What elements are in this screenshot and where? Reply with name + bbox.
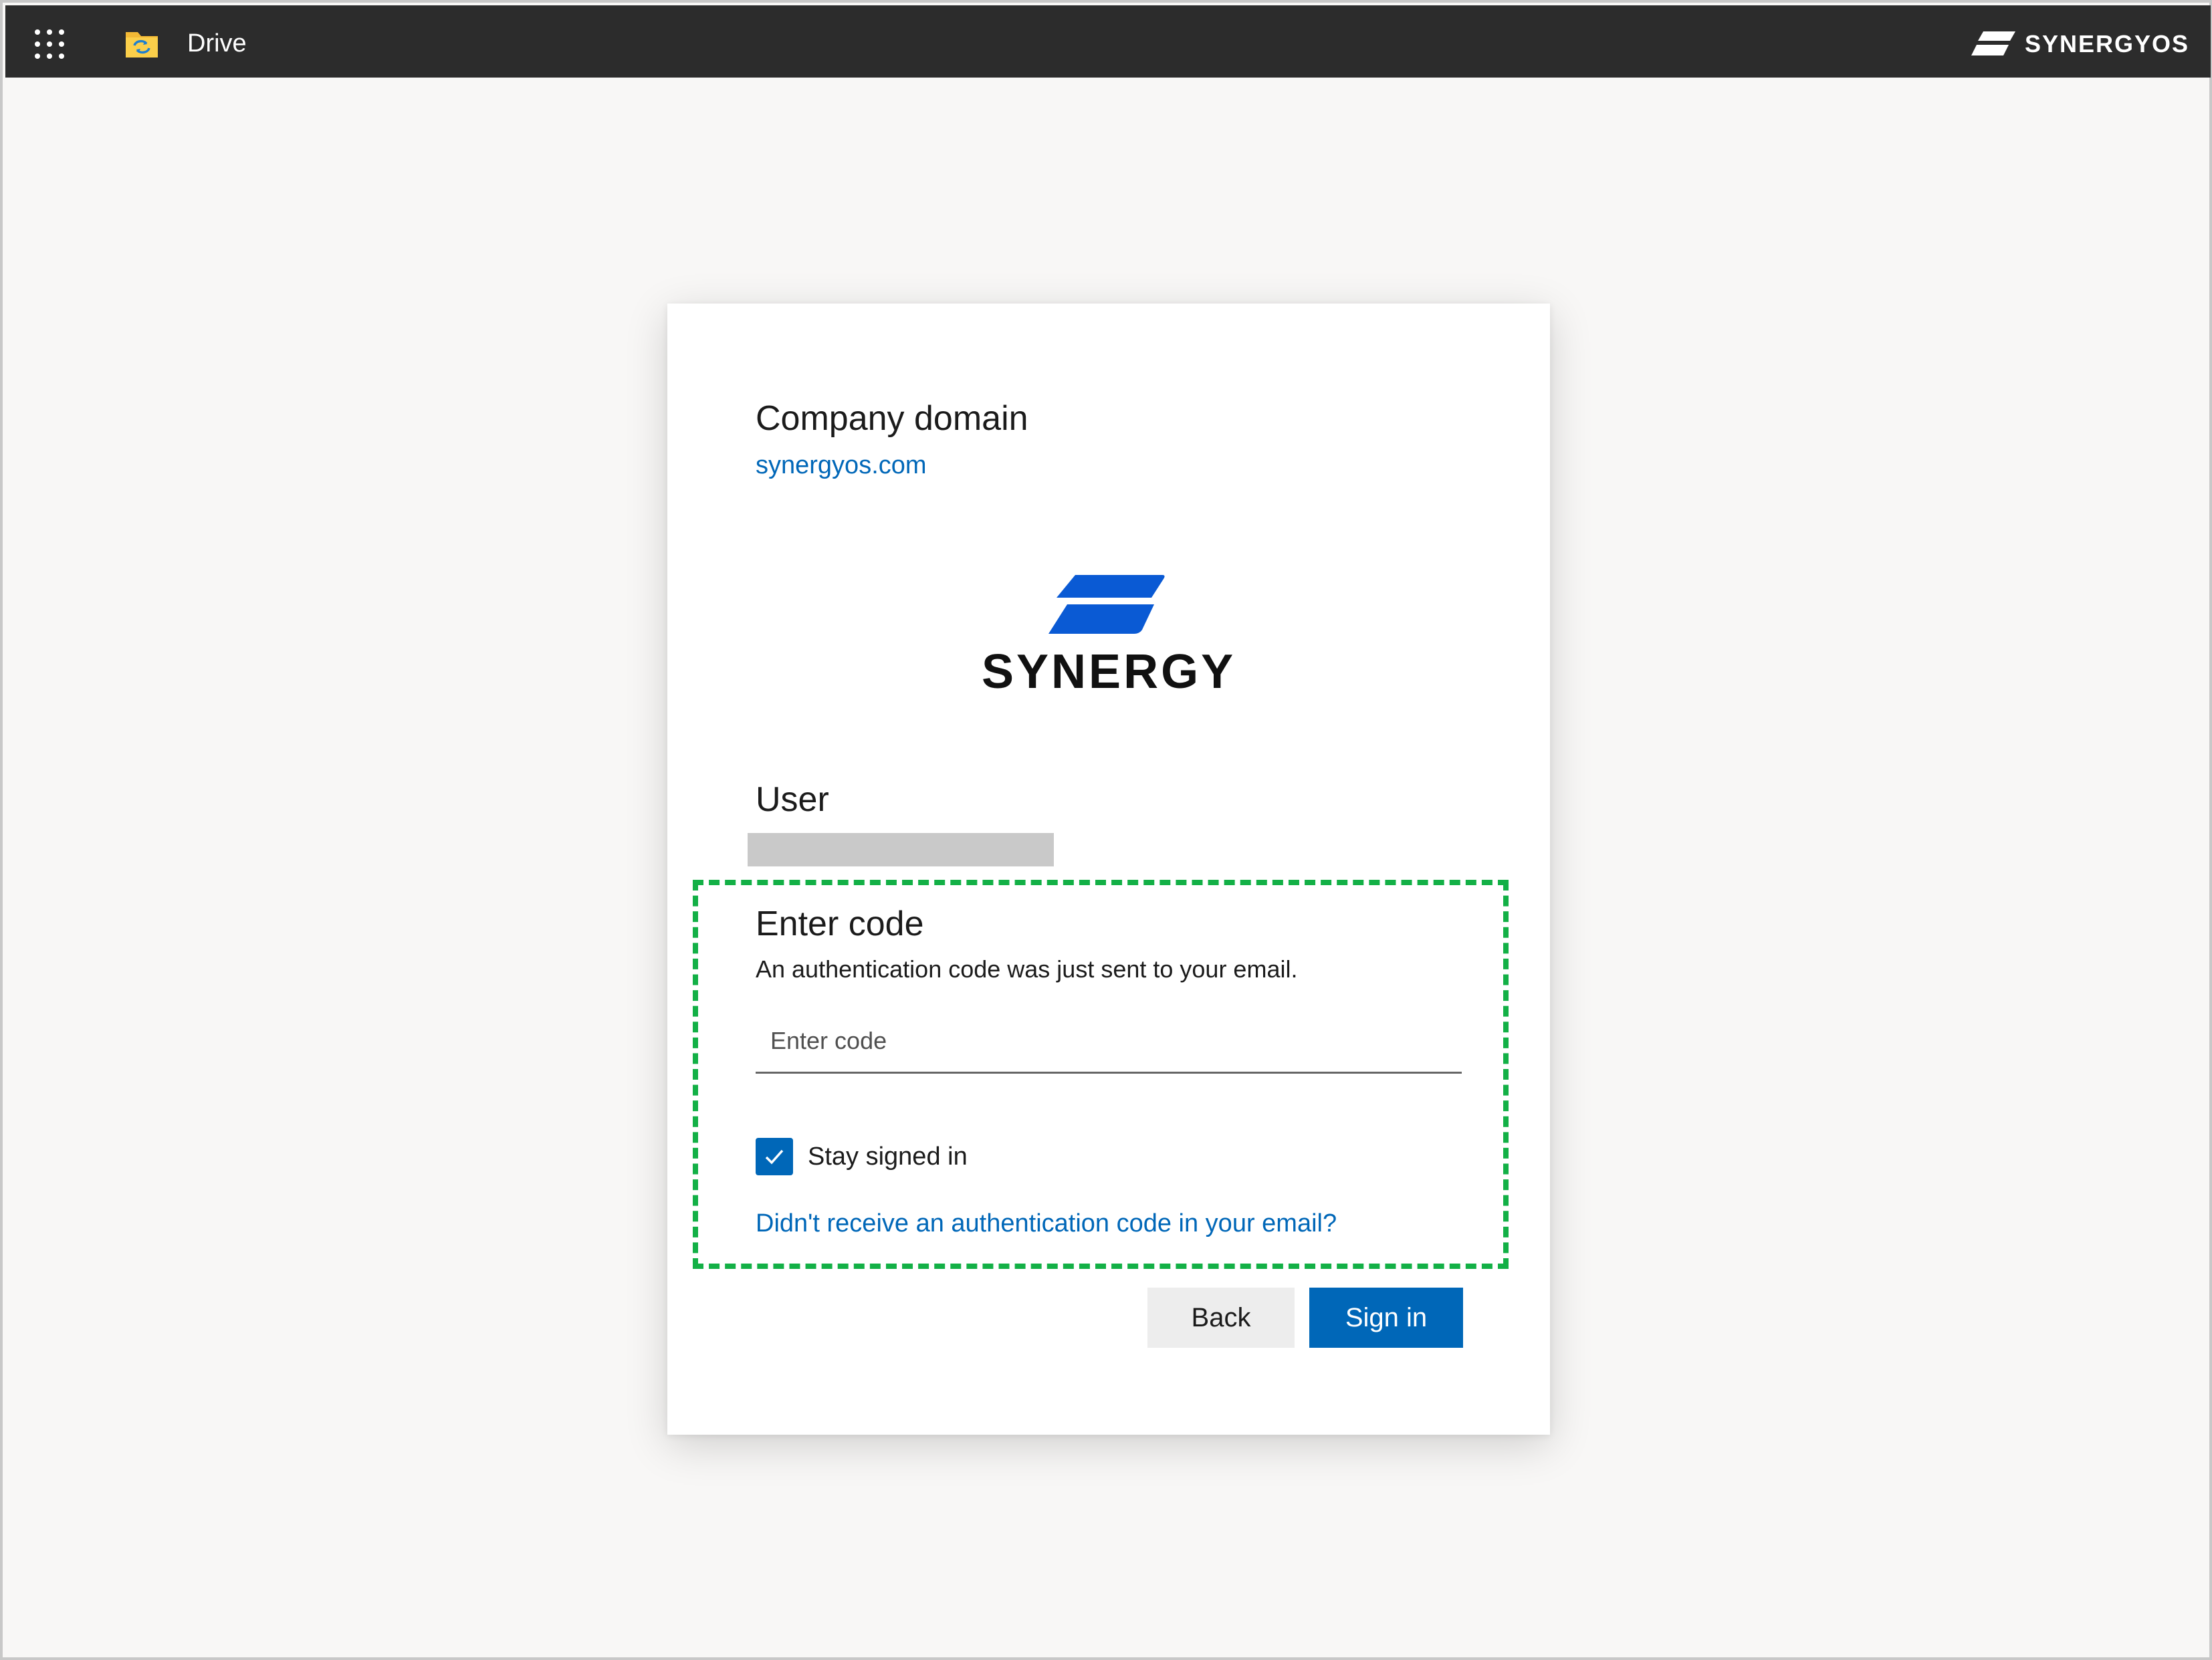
enter-code-title: Enter code bbox=[756, 905, 924, 943]
synergy-mark-icon bbox=[1971, 31, 2015, 55]
stay-signed-in-label[interactable]: Stay signed in bbox=[808, 1141, 968, 1173]
user-label: User bbox=[756, 780, 829, 819]
synergy-logo: SYNERGY bbox=[982, 571, 1236, 705]
brand-text: SYNERGYOS bbox=[2024, 30, 2189, 57]
synergy-logo-mark-icon bbox=[1048, 575, 1165, 634]
app-title[interactable]: Drive bbox=[187, 28, 247, 59]
folder-sync-icon bbox=[126, 32, 158, 57]
back-button[interactable]: Back bbox=[1147, 1288, 1295, 1348]
brand-logo: SYNERGYOS bbox=[1971, 29, 2189, 59]
code-input[interactable] bbox=[756, 1010, 1462, 1074]
company-domain-link[interactable]: synergyos.com bbox=[756, 449, 927, 481]
stay-signed-in-checkbox[interactable] bbox=[756, 1138, 793, 1175]
top-bar: Drive SYNERGYOS bbox=[5, 5, 2211, 78]
signin-card: Company domain synergyos.com SYNERGY Use… bbox=[667, 304, 1550, 1435]
page-frame: Drive SYNERGYOS Company domain synergyos… bbox=[0, 0, 2212, 1660]
checkmark-icon bbox=[765, 1149, 784, 1165]
enter-code-description: An authentication code was just sent to … bbox=[756, 955, 1298, 983]
resend-code-link[interactable]: Didn't receive an authentication code in… bbox=[756, 1207, 1337, 1239]
synergy-logo-text: SYNERGY bbox=[982, 645, 1236, 699]
sign-in-button[interactable]: Sign in bbox=[1309, 1288, 1463, 1348]
company-domain-label: Company domain bbox=[756, 399, 1028, 438]
app-launcher-icon[interactable] bbox=[35, 29, 64, 59]
redacted-username bbox=[748, 833, 1054, 866]
